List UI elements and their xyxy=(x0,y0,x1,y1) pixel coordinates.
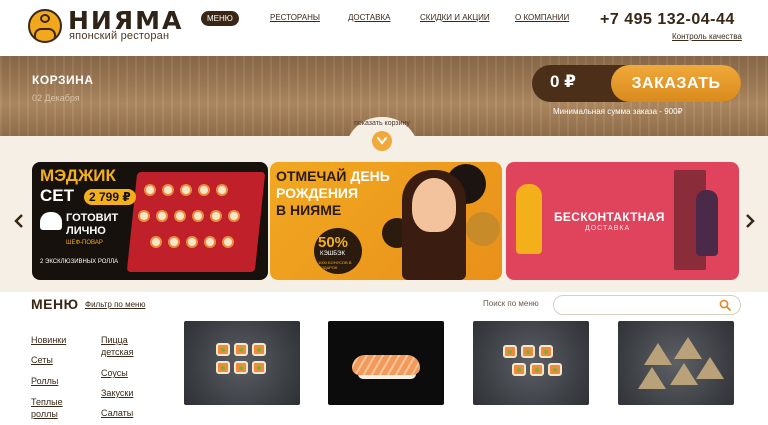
menu-category-sauces[interactable]: Соусы xyxy=(101,367,128,379)
promo-title-b: ДЕНЬ xyxy=(350,168,390,184)
search-input[interactable] xyxy=(553,295,741,315)
promo-chef-sub: ШЕФ-ПОВАР xyxy=(66,240,103,246)
order-button[interactable]: ЗАКАЗАТЬ xyxy=(611,65,741,102)
sushi-piece xyxy=(156,210,168,222)
menu-category-sets[interactable]: Сеты xyxy=(31,354,53,366)
menu-category-snacks[interactable]: Закуски xyxy=(101,387,133,399)
promo-title: МЭДЖИК xyxy=(40,166,116,185)
sushi-piece xyxy=(222,236,234,248)
tempura-piece xyxy=(696,357,724,379)
roll-piece xyxy=(530,363,544,376)
promo-title-d: В НИЯМЕ xyxy=(276,202,342,218)
menu-filter-link[interactable]: Фильтр по меню xyxy=(85,300,145,309)
roll-piece xyxy=(234,361,248,374)
menu-category-new[interactable]: Новинки xyxy=(31,334,66,346)
tempura-piece xyxy=(638,367,666,389)
cashback-gift-text: 1000 БОНУСОВ В ПОДАРОК xyxy=(318,260,352,270)
cart-title: КОРЗИНА xyxy=(32,73,94,87)
search-icon[interactable] xyxy=(719,299,731,311)
menu-category-rolls[interactable]: Роллы xyxy=(31,375,58,387)
logo-body-shape xyxy=(34,28,56,38)
promo-chef-text: ГОТОВИТ ЛИЧНО xyxy=(66,212,119,237)
nigiri-fish xyxy=(352,355,420,375)
roll-piece xyxy=(252,343,266,356)
quality-control-link[interactable]: Контроль качества xyxy=(672,32,742,41)
roll-piece xyxy=(216,343,230,356)
sushi-piece xyxy=(168,236,180,248)
promo-title-a: ОТМЕЧАЙ xyxy=(276,168,347,184)
sushi-piece xyxy=(138,210,150,222)
promo-title-c: РОЖДЕНИЯ xyxy=(276,185,359,201)
promo-subtitle: ДОСТАВКА xyxy=(585,225,631,232)
promo-title-2: СЕТ xyxy=(40,186,74,205)
product-image[interactable] xyxy=(618,321,734,405)
nav-item-restaurants[interactable]: РЕСТОРАНЫ xyxy=(270,13,320,22)
roll-piece xyxy=(216,361,230,374)
sushi-piece xyxy=(210,210,222,222)
product-image[interactable] xyxy=(184,321,300,405)
roll-piece xyxy=(548,363,562,376)
roll-piece xyxy=(252,361,266,374)
cart-total: 0 ₽ xyxy=(550,72,577,91)
sushi-piece xyxy=(162,184,174,196)
site-header: НИЯМА японский ресторан МЕНЮ РЕСТОРАНЫ Д… xyxy=(0,0,768,56)
roll-piece xyxy=(521,345,535,358)
chef-hat-icon xyxy=(40,212,62,230)
tempura-piece xyxy=(674,337,702,359)
promo-card-birthday[interactable]: ОТМЕЧАЙ ДЕНЬ РОЖДЕНИЯ В НИЯМЕ 50% КЭШБЭК… xyxy=(270,162,502,280)
roll-piece xyxy=(512,363,526,376)
chevron-left-icon[interactable] xyxy=(14,214,24,228)
promo-title: ОТМЕЧАЙ ДЕНЬ РОЖДЕНИЯ В НИЯМЕ xyxy=(276,168,396,219)
menu-title: МЕНЮ xyxy=(31,296,79,312)
menu-category-warm-rolls[interactable]: Теплые роллы xyxy=(31,396,71,420)
logo-icon[interactable] xyxy=(28,9,62,43)
sushi-piece xyxy=(216,184,228,196)
cashback-label: КЭШБЭК xyxy=(320,251,345,257)
sushi-piece xyxy=(180,184,192,196)
search-label: Поиск по меню xyxy=(483,299,539,308)
sushi-piece xyxy=(186,236,198,248)
promo-card-magic-set[interactable]: МЭДЖИК СЕТ 2 799 ₽ ГОТОВИТ ЛИЧНО ШЕФ-ПОВ… xyxy=(32,162,268,280)
sushi-piece xyxy=(192,210,204,222)
promo-price-badge: 2 799 ₽ xyxy=(84,189,136,205)
promo-title: БЕСКОНТАКТНАЯ xyxy=(554,210,665,224)
customer-illustration xyxy=(696,190,718,256)
min-order-note: Минимальная сумма заказа - 900₽ xyxy=(553,107,683,116)
courier-illustration xyxy=(516,184,542,254)
menu-category-salads[interactable]: Салаты xyxy=(101,407,133,419)
logo-head-shape xyxy=(40,14,50,23)
sushi-piece xyxy=(204,236,216,248)
show-cart-label[interactable]: показать корзину xyxy=(352,120,412,127)
cashback-percent: 50% xyxy=(318,234,349,251)
roll-piece xyxy=(539,345,553,358)
tempura-piece xyxy=(644,343,672,365)
cart-date: 02 Декабря xyxy=(32,93,80,103)
tempura-piece xyxy=(670,363,698,385)
product-image[interactable] xyxy=(473,321,589,405)
promo-rolls-text: 2 ЭКСКЛЮЗИВНЫХ РОЛЛА xyxy=(40,259,119,265)
sushi-piece xyxy=(198,184,210,196)
sushi-piece xyxy=(150,236,162,248)
sushi-piece xyxy=(174,210,186,222)
show-cart-button[interactable] xyxy=(372,131,392,151)
sushi-piece xyxy=(228,210,240,222)
phone-number[interactable]: +7 495 132-04-44 xyxy=(600,11,735,29)
menu-category-kids-pizza[interactable]: Пицца детская xyxy=(101,334,141,358)
promo-card-contactless[interactable]: БЕСКОНТАКТНАЯ ДОСТАВКА xyxy=(506,162,739,280)
nav-item-menu[interactable]: МЕНЮ xyxy=(201,11,239,26)
balloon-image xyxy=(466,212,500,246)
person-face-image xyxy=(412,178,456,232)
roll-piece xyxy=(503,345,517,358)
sushi-piece xyxy=(144,184,156,196)
product-image[interactable] xyxy=(328,321,444,405)
brand-subtitle: японский ресторан xyxy=(69,30,170,42)
nav-item-about[interactable]: О КОМПАНИИ xyxy=(515,13,569,22)
nav-item-delivery[interactable]: ДОСТАВКА xyxy=(348,13,390,22)
chevron-down-icon xyxy=(377,137,387,145)
nav-item-promotions[interactable]: СКИДКИ И АКЦИИ xyxy=(420,13,490,22)
roll-piece xyxy=(234,343,248,356)
chevron-right-icon[interactable] xyxy=(745,214,755,228)
